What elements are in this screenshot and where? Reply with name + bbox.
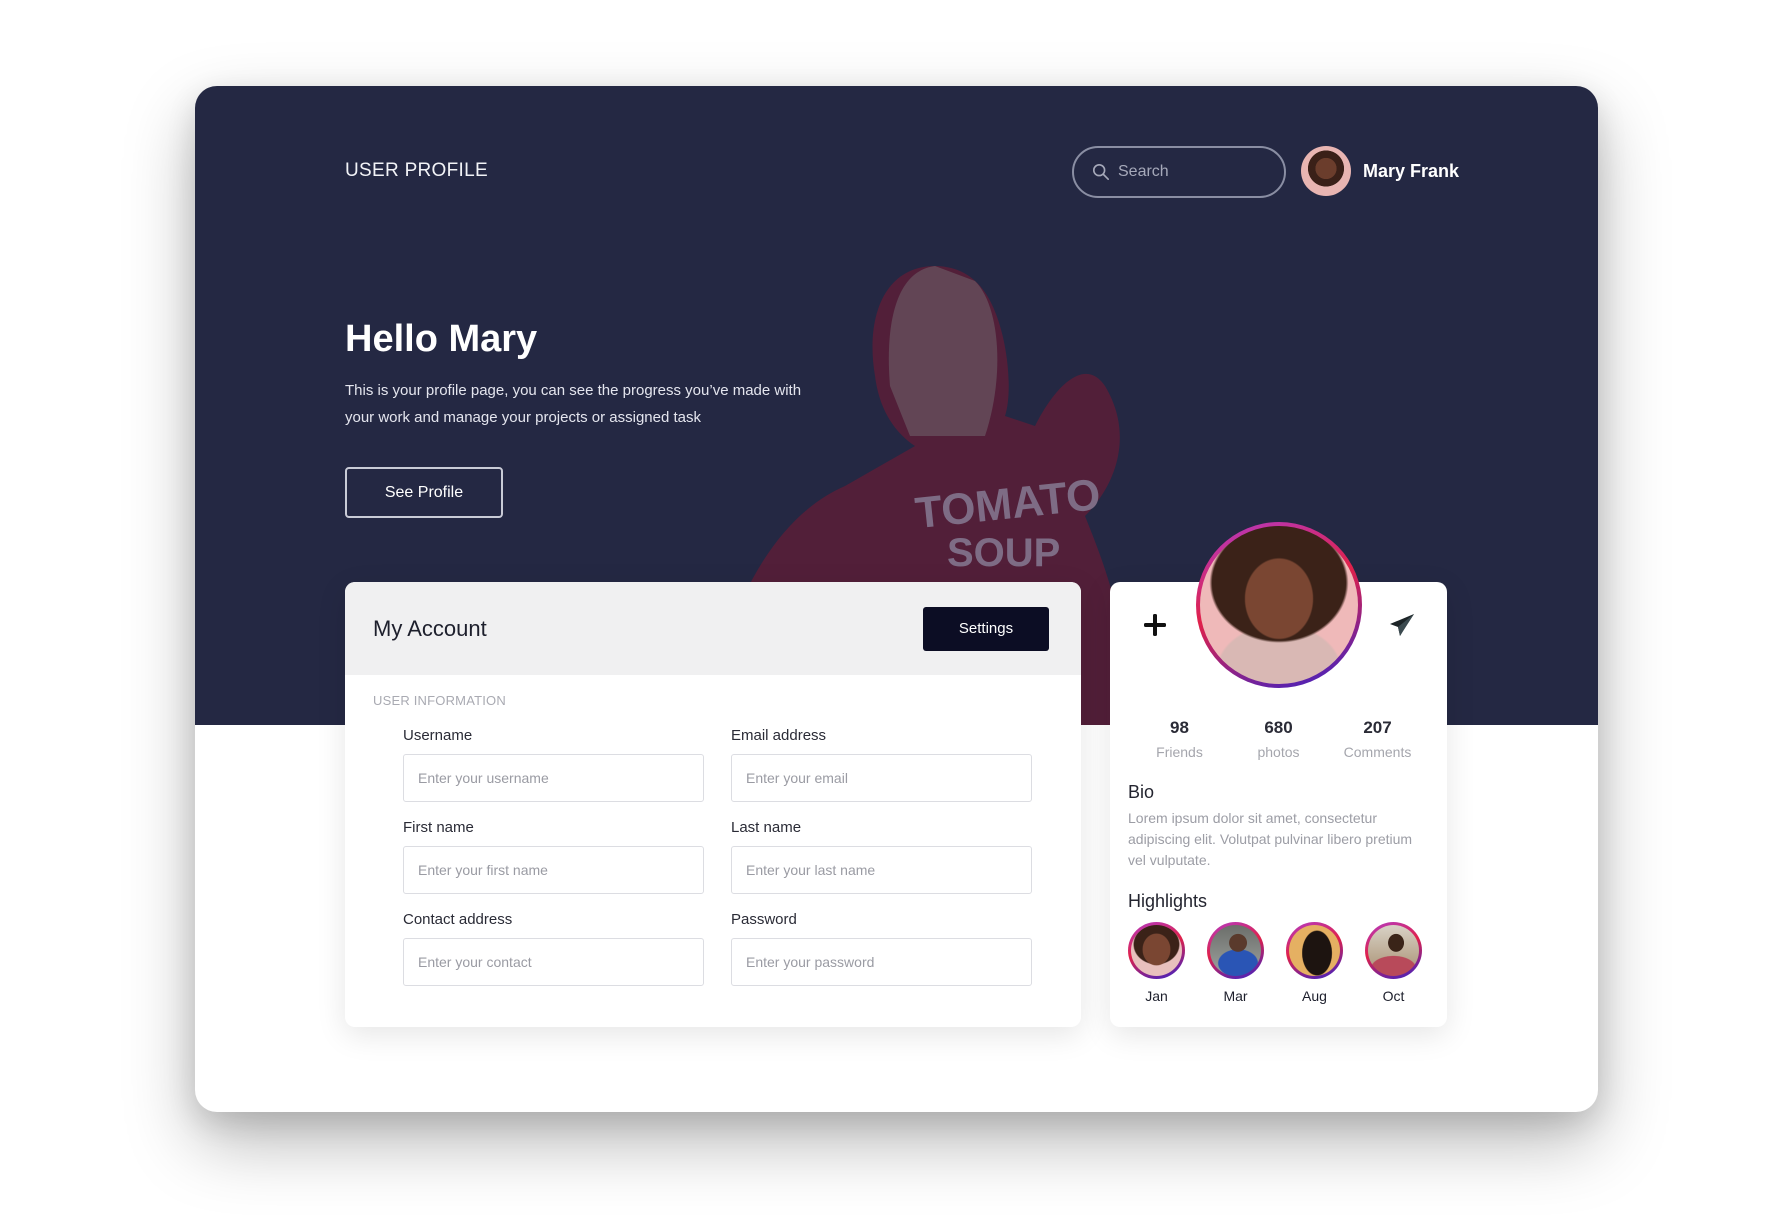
- highlight-label: Oct: [1382, 988, 1405, 1004]
- highlight-thumbnail: [1289, 925, 1340, 976]
- my-account-card: My Account Settings USER INFORMATION Use…: [345, 582, 1081, 1027]
- profile-stats: 98 Friends 680 photos 207 Comments: [1110, 718, 1447, 760]
- highlight-item[interactable]: Mar: [1207, 922, 1264, 1004]
- last-name-field: Last name: [731, 819, 1032, 894]
- password-field: Password: [731, 911, 1032, 986]
- contact-input[interactable]: [403, 938, 704, 986]
- stat-value: 98: [1170, 718, 1189, 737]
- highlight-label: Mar: [1223, 988, 1248, 1004]
- highlight-item[interactable]: Oct: [1365, 922, 1422, 1004]
- greeting-heading: Hello Mary: [345, 318, 538, 360]
- first-name-input[interactable]: [403, 846, 704, 894]
- highlights-heading: Highlights: [1128, 891, 1208, 911]
- field-label: Password: [731, 911, 797, 928]
- highlight-label: Jan: [1145, 988, 1168, 1004]
- highlight-thumbnail: [1368, 925, 1419, 976]
- paper-plane-icon: [1390, 614, 1414, 636]
- highlight-thumbnail: [1210, 925, 1261, 976]
- highlight-item[interactable]: Aug: [1286, 922, 1343, 1004]
- account-title: My Account: [373, 615, 487, 641]
- stat-label: Friends: [1156, 744, 1203, 760]
- add-button[interactable]: [1140, 610, 1170, 640]
- stat-label: photos: [1257, 744, 1300, 760]
- username-input[interactable]: [403, 754, 704, 802]
- search-box[interactable]: [1072, 146, 1286, 198]
- avatar[interactable]: [1301, 146, 1351, 196]
- settings-button[interactable]: Settings: [923, 606, 1049, 651]
- profile-avatar[interactable]: [1196, 522, 1362, 688]
- page-title: USER PROFILE: [345, 160, 488, 181]
- last-name-input[interactable]: [731, 846, 1032, 894]
- shirt-text-2: SOUP: [947, 531, 1060, 575]
- send-message-button[interactable]: [1387, 610, 1417, 640]
- highlight-thumbnail: [1131, 925, 1182, 976]
- search-input[interactable]: [1118, 163, 1258, 181]
- profile-card: 98 Friends 680 photos 207 Comments Bio L…: [1110, 522, 1447, 1027]
- account-header: My Account Settings: [345, 582, 1081, 675]
- highlight-label: Aug: [1302, 988, 1327, 1004]
- stat-comments: 207 Comments: [1333, 718, 1423, 760]
- field-label: Contact address: [403, 911, 513, 928]
- stat-friends: 98 Friends: [1135, 718, 1225, 760]
- contact-field: Contact address: [403, 911, 704, 986]
- field-label: First name: [403, 819, 474, 836]
- stat-value: 680: [1264, 718, 1293, 737]
- highlight-item[interactable]: Jan: [1128, 922, 1185, 1004]
- search-icon: [1092, 163, 1110, 181]
- plus-icon: [1144, 614, 1166, 636]
- email-field: Email address: [731, 727, 1032, 802]
- password-input[interactable]: [731, 938, 1032, 986]
- highlights-list: Jan Mar Aug Oct: [1128, 922, 1422, 1004]
- user-menu[interactable]: Mary Frank: [1301, 146, 1459, 196]
- field-label: Username: [403, 727, 473, 744]
- stat-label: Comments: [1343, 744, 1412, 760]
- email-input[interactable]: [731, 754, 1032, 802]
- stat-value: 207: [1363, 718, 1392, 737]
- see-profile-button[interactable]: See Profile: [345, 467, 503, 518]
- field-label: Last name: [731, 819, 802, 836]
- field-label: Email address: [731, 727, 827, 744]
- user-name: Mary Frank: [1363, 160, 1460, 181]
- bio-heading: Bio: [1128, 782, 1155, 802]
- stat-photos: 680 photos: [1234, 718, 1324, 760]
- profile-photo: [1200, 526, 1358, 684]
- section-label: USER INFORMATION: [373, 693, 506, 708]
- profile-page-window: TOMATO SOUP USER PROFILE Mary Frank Hell…: [195, 86, 1598, 1112]
- first-name-field: First name: [403, 819, 704, 894]
- username-field: Username: [403, 727, 704, 802]
- bio-text: Lorem ipsum dolor sit amet, consectetur …: [1128, 810, 1413, 868]
- intro-text: This is your profile page, you can see t…: [345, 382, 802, 426]
